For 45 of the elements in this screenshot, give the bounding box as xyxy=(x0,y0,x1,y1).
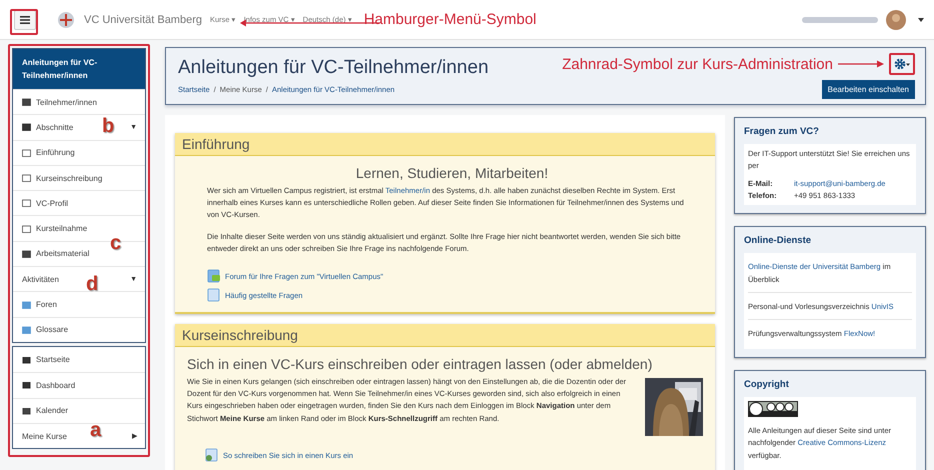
nav-item[interactable]: Teilnehmer/innen xyxy=(36,98,97,107)
annotation-letter: d xyxy=(86,274,98,294)
section-heading: Sich in einen VC-Kurs einschreiben oder eintragen lassen (oder abmelden) xyxy=(187,356,654,372)
nav-item[interactable]: Kurseinschreibung xyxy=(36,174,102,183)
avatar[interactable] xyxy=(886,10,906,30)
document-icon xyxy=(205,448,219,462)
nav-item[interactable]: VC-Profil xyxy=(36,198,68,208)
annotation-letter: a xyxy=(90,420,102,440)
section-title: Kurseinschreibung xyxy=(175,324,715,348)
annotation-arrow xyxy=(838,60,884,68)
settings-icon xyxy=(894,58,910,70)
nav-item[interactable]: Aktivitäten xyxy=(22,274,59,284)
annotation-letter: c xyxy=(110,233,122,253)
nav-item[interactable]: Startseite xyxy=(36,355,70,364)
annotation-label: Zahnrad-Symbol zur Kurs-Administration xyxy=(562,56,833,72)
section-heading: Lernen, Studieren, Mitarbeiten! xyxy=(354,165,550,181)
menu-icon xyxy=(20,16,30,24)
block-title: Online-Dienste xyxy=(744,235,812,246)
nav-item[interactable]: Foren xyxy=(36,300,57,310)
nav-item[interactable]: Arbeitsmaterial xyxy=(36,249,90,258)
menu-button[interactable] xyxy=(14,10,36,30)
nav-icon xyxy=(22,356,31,364)
nav-item[interactable]: Kalender xyxy=(36,406,68,416)
nav-item[interactable]: Meine Kurse xyxy=(22,432,67,440)
block-title: Copyright xyxy=(744,379,790,390)
logo-icon xyxy=(56,10,76,30)
nav-item[interactable]: Einführung xyxy=(36,148,75,158)
course-title[interactable]: Anleitungen für VC-Teilnehmer/innen xyxy=(13,49,145,89)
block-title: Fragen zum VC? xyxy=(744,126,820,137)
caret-icon[interactable] xyxy=(918,18,924,22)
edit-button[interactable]: Bearbeiten einschalten xyxy=(822,80,915,99)
document-icon xyxy=(207,288,221,302)
nav-item[interactable]: Abschnitte xyxy=(36,122,74,132)
forum-icon xyxy=(207,269,221,284)
nav-item[interactable]: Dashboard xyxy=(36,380,76,390)
nav-item[interactable]: Glossare xyxy=(36,325,68,334)
nav-icon xyxy=(22,381,31,390)
page-title: Anleitungen für VC-Teilnehmer/innen xyxy=(178,57,489,79)
nav-icon xyxy=(22,406,31,415)
annotation-label: Hamburger-Menü-Symbol xyxy=(364,11,536,28)
section-title: Einführung xyxy=(175,133,715,156)
annotation-frame xyxy=(10,9,38,35)
annotation-letter: b xyxy=(102,116,114,136)
site-name[interactable]: VC Universität Bamberg xyxy=(84,14,202,26)
nav-item[interactable]: Kursteilnahme xyxy=(36,224,88,234)
